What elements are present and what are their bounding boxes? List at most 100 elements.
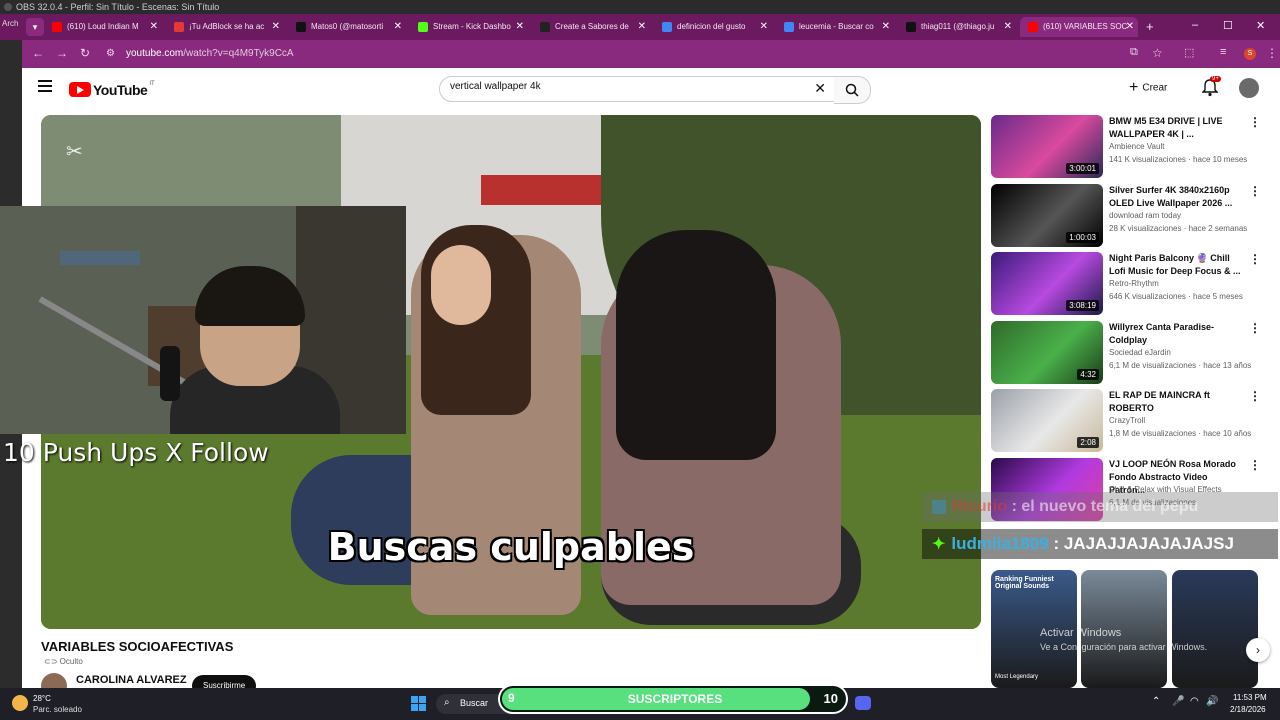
- rec-channel[interactable]: download ram today: [1109, 211, 1181, 220]
- activate-windows-watermark: Activar Windows Ve a Configuración para …: [1040, 627, 1208, 652]
- more-options-icon[interactable]: ⋮: [1249, 184, 1261, 198]
- browser-tab[interactable]: Matos0 (@matosorti ✕: [288, 17, 406, 37]
- minimize-icon[interactable]: –: [1192, 19, 1198, 31]
- rec-title[interactable]: EL RAP DE MAINCRA ft ROBERTO: [1109, 389, 1244, 415]
- search-box[interactable]: vertical wallpaper 4k ✕: [439, 76, 835, 102]
- bookmark-star-icon[interactable]: ☆: [1152, 46, 1163, 60]
- rec-meta: 646 K visualizaciones · hace 5 meses: [1109, 292, 1243, 301]
- more-options-icon[interactable]: ⋮: [1249, 458, 1261, 472]
- more-options-icon[interactable]: ⋮: [1249, 321, 1261, 335]
- close-window-icon[interactable]: ✕: [1256, 19, 1265, 32]
- weather-sun-icon[interactable]: [12, 695, 28, 711]
- channel-name[interactable]: CAROLINA ALVAREZ: [76, 674, 187, 686]
- search-button[interactable]: [834, 76, 871, 104]
- weather-desc: Parc. soleado: [33, 705, 82, 714]
- adblock-icon: [174, 22, 184, 32]
- more-options-icon[interactable]: ⋮: [1249, 252, 1261, 266]
- plus-icon: +: [1129, 79, 1139, 96]
- google-icon: [662, 22, 672, 32]
- close-tab-icon[interactable]: ✕: [150, 17, 158, 37]
- volume-icon[interactable]: 🔊: [1206, 696, 1218, 707]
- microphone-icon[interactable]: 🎤: [1172, 696, 1184, 707]
- menu-dots-icon[interactable]: ⋮: [1266, 46, 1278, 60]
- video-thumbnail[interactable]: 1:00:03: [991, 183, 1103, 247]
- recommended-video[interactable]: 4:32 Willyrex Canta Paradise- Coldplay Soc…: [991, 320, 1261, 385]
- browser-tab[interactable]: leucemia - Buscar co ✕: [776, 17, 894, 37]
- search-icon: ⌕: [444, 697, 450, 708]
- recommended-video[interactable]: 2:08 EL RAP DE MAINCRA ft ROBERTO CrazyTro…: [991, 389, 1261, 453]
- youtube-logo[interactable]: YouTube IT: [69, 81, 155, 99]
- clear-search-icon[interactable]: ✕: [814, 80, 826, 97]
- reload-icon[interactable]: ↻: [80, 46, 90, 60]
- taskbar-search-label: Buscar: [460, 698, 489, 708]
- close-tab-icon[interactable]: ✕: [516, 17, 524, 37]
- recommended-video[interactable]: 1:00:03 Silver Surfer 4K 3840x2160p OLED …: [991, 183, 1261, 248]
- new-tab-button[interactable]: +: [1146, 17, 1160, 37]
- browser-tab[interactable]: ¡Tu AdBlock se ha ac ✕: [166, 17, 284, 37]
- profile-icon[interactable]: S: [1244, 48, 1256, 60]
- video-thumbnail[interactable]: 4:32: [991, 320, 1103, 384]
- video-title: VARIABLES SOCIOAFECTIVAS: [41, 639, 234, 654]
- video-thumbnail[interactable]: 3:00:01: [991, 115, 1103, 178]
- subscriber-goal-bar: 9 SUSCRIPTORES 10: [498, 684, 848, 714]
- rec-title[interactable]: Willyrex Canta Paradise- Coldplay: [1109, 321, 1244, 347]
- kick-icon: [418, 22, 428, 32]
- url-field[interactable]: youtube.com/watch?v=q4M9Tyk9CcA: [126, 48, 294, 59]
- tab-title: leucemia - Buscar co: [799, 22, 874, 31]
- rec-channel[interactable]: Sociedad eJardin: [1109, 348, 1171, 357]
- tray-chevron-icon[interactable]: ⌃: [1152, 696, 1160, 707]
- rec-channel[interactable]: Ambience Vault: [1109, 142, 1164, 151]
- tab-search-button[interactable]: ▾: [26, 18, 44, 36]
- create-button[interactable]: + Crear: [1129, 79, 1167, 99]
- reading-list-icon[interactable]: ≡: [1220, 46, 1226, 58]
- rec-meta: 28 K visualizaciones · hace 2 semanas: [1109, 223, 1248, 233]
- browser-tab[interactable]: thiag011 (@thiago.ju ✕: [898, 17, 1016, 37]
- browser-tab[interactable]: Create a Sabores de ✕: [532, 17, 650, 37]
- subscribe-button[interactable]: Suscribirme: [192, 675, 257, 688]
- site-info-icon[interactable]: ⚙: [106, 48, 115, 59]
- extensions-icon[interactable]: ⬚: [1184, 46, 1194, 59]
- close-tab-icon[interactable]: ✕: [272, 17, 280, 37]
- rec-title[interactable]: Silver Surfer 4K 3840x2160p OLED Live Wa…: [1109, 184, 1244, 210]
- duration-badge: 3:00:01: [1066, 163, 1099, 174]
- more-options-icon[interactable]: ⋮: [1249, 389, 1261, 403]
- channel-avatar[interactable]: [41, 673, 67, 688]
- chat-message: ✦ ludmila1809 : JAJAJJAJAJAJAJSJ: [922, 529, 1278, 559]
- rec-channel[interactable]: CrazyTroll: [1109, 416, 1145, 425]
- browser-tab[interactable]: Stream - Kick Dashbo ✕: [410, 17, 528, 37]
- back-icon[interactable]: ←: [32, 46, 44, 60]
- browser-tab[interactable]: definicion del gusto ✕: [654, 17, 772, 37]
- video-thumbnail[interactable]: 3:08:19: [991, 252, 1103, 315]
- video-thumbnail[interactable]: 2:08: [991, 389, 1103, 452]
- close-tab-icon[interactable]: ✕: [1126, 17, 1134, 37]
- shorts-next-arrow-icon[interactable]: ›: [1246, 638, 1270, 662]
- close-tab-icon[interactable]: ✕: [760, 17, 768, 37]
- recommended-video[interactable]: 3:08:19 Night Paris Balcony 🔮 Chill Lofi …: [991, 252, 1261, 316]
- duration-badge: 2:08: [1077, 437, 1099, 448]
- recommended-video[interactable]: 3:00:01 BMW M5 E34 DRIVE | LIVE WALLPAPER…: [991, 115, 1261, 179]
- discord-icon[interactable]: [855, 696, 871, 710]
- account-avatar[interactable]: [1239, 78, 1259, 98]
- more-options-icon[interactable]: ⋮: [1249, 115, 1261, 129]
- obs-title: OBS 32.0.4 - Perfil: Sin Título - Escena…: [16, 2, 220, 12]
- browser-tab[interactable]: (610) VARIABLES SOC ✕: [1020, 17, 1138, 37]
- rec-title[interactable]: Night Paris Balcony 🔮 Chill Lofi Music f…: [1109, 252, 1244, 278]
- install-icon[interactable]: ⧉: [1130, 46, 1138, 59]
- close-tab-icon[interactable]: ✕: [1004, 17, 1012, 37]
- tab-title: Create a Sabores de: [555, 22, 629, 31]
- close-tab-icon[interactable]: ✕: [638, 17, 646, 37]
- windows-taskbar: 28°C Parc. soleado ⌕ Buscar 9 SUSCRIPTOR…: [0, 684, 1280, 720]
- wifi-icon[interactable]: ◠: [1190, 696, 1199, 707]
- url-host: youtube.com: [126, 48, 184, 59]
- windows-start-icon[interactable]: [411, 696, 427, 712]
- maximize-icon[interactable]: ☐: [1223, 19, 1233, 32]
- short-caption: Most Legendary: [995, 674, 1039, 680]
- close-tab-icon[interactable]: ✕: [882, 17, 890, 37]
- forward-icon[interactable]: →: [56, 46, 68, 60]
- hamburger-menu-icon[interactable]: [38, 80, 52, 94]
- browser-tab[interactable]: (610) Loud Indian M ✕: [44, 17, 162, 37]
- close-tab-icon[interactable]: ✕: [394, 17, 402, 37]
- rec-title[interactable]: BMW M5 E34 DRIVE | LIVE WALLPAPER 4K | .…: [1109, 115, 1244, 141]
- search-input[interactable]: vertical wallpaper 4k: [450, 81, 541, 92]
- rec-channel[interactable]: Retro-Rhythm: [1109, 279, 1159, 288]
